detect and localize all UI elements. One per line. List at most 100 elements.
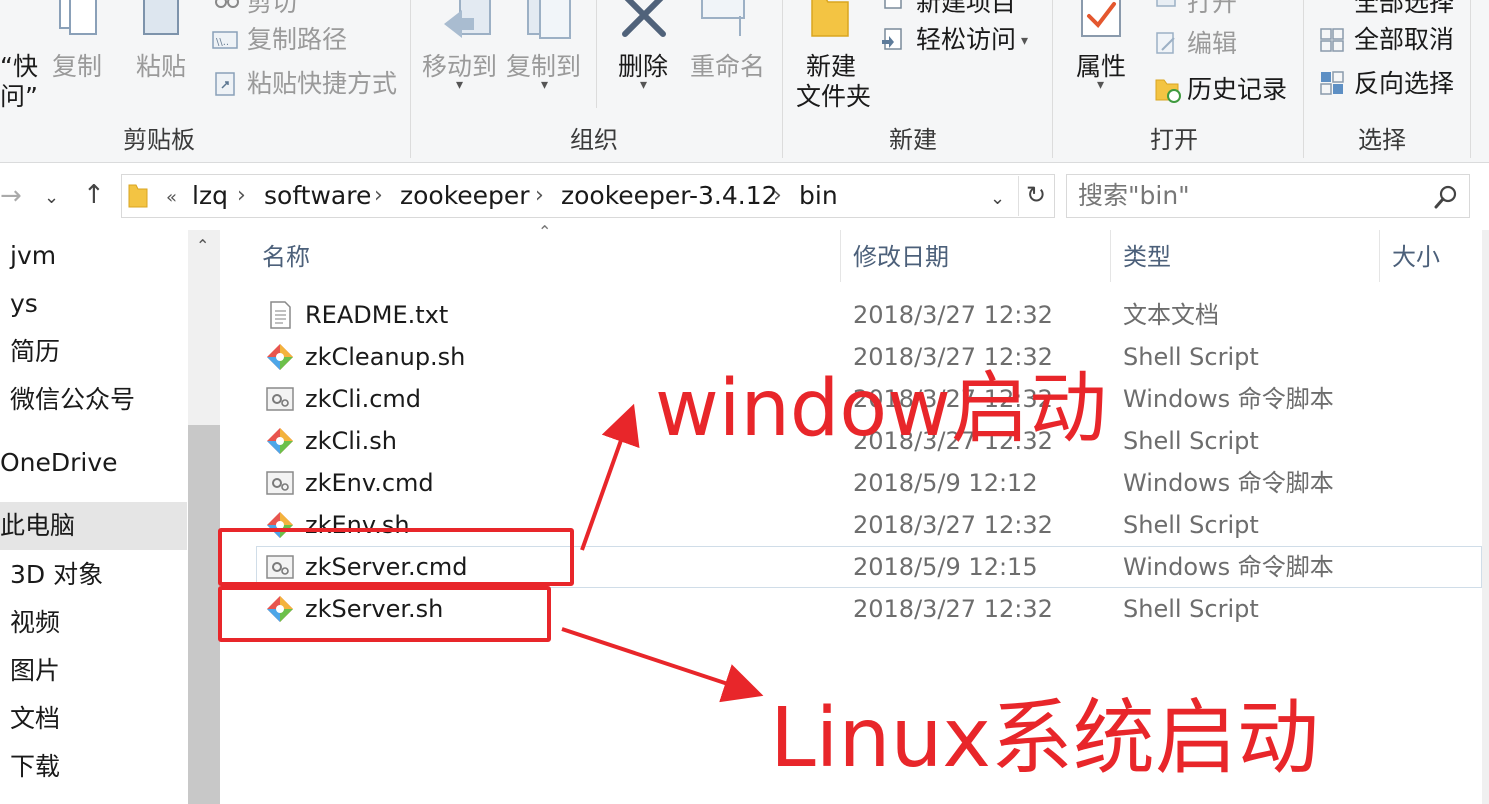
cmd-script-icon xyxy=(265,384,295,414)
ribbon-divider xyxy=(1470,0,1471,158)
column-divider[interactable] xyxy=(1379,230,1380,282)
new-item-icon xyxy=(884,0,902,9)
nav-scrollbar-thumb[interactable] xyxy=(188,425,220,804)
rename-button[interactable]: 重命名 xyxy=(690,52,765,82)
copy-to-dropdown-caret-icon[interactable]: ▾ xyxy=(541,78,548,92)
shell-script-icon xyxy=(265,426,295,456)
new-folder-button-line1[interactable]: 新建 xyxy=(806,52,856,82)
nav-item-videos[interactable]: 视频 xyxy=(0,599,187,647)
file-type: Shell Script xyxy=(1123,343,1259,371)
shell-script-icon xyxy=(265,342,295,372)
breadcrumb-zookeeper-version[interactable]: zookeeper-3.4.12 xyxy=(561,181,778,211)
navigation-pane: jvm ys 简历 微信公众号 OneDrive 此电脑 3D 对象 视频 图片… xyxy=(0,230,220,804)
file-date: 2018/5/9 12:12 xyxy=(853,469,1038,497)
nav-item-jvm[interactable]: jvm xyxy=(0,232,187,280)
highlight-box-zkserver-cmd xyxy=(218,528,574,586)
ribbon-divider xyxy=(782,0,783,158)
ribbon-divider xyxy=(1052,0,1053,158)
select-none-icon xyxy=(1320,28,1344,52)
nav-item-documents[interactable]: 文档 xyxy=(0,695,187,743)
refresh-icon[interactable]: ↻ xyxy=(1026,180,1046,210)
easy-access-icon xyxy=(882,28,902,50)
select-all-icon xyxy=(1320,0,1346,10)
ribbon-divider xyxy=(1303,0,1304,158)
new-folder-icon xyxy=(811,0,849,37)
ribbon-divider xyxy=(596,0,597,108)
column-header-name[interactable]: 名称 xyxy=(262,242,310,272)
recent-locations-chevron-icon[interactable]: ⌄ xyxy=(44,183,59,213)
forward-arrow-icon[interactable]: → xyxy=(0,181,22,211)
file-type: 文本文档 xyxy=(1123,301,1219,329)
search-icon[interactable] xyxy=(1434,184,1460,210)
breadcrumb-zookeeper[interactable]: zookeeper xyxy=(400,181,530,211)
breadcrumb-overflow[interactable]: « xyxy=(166,183,177,213)
history-icon xyxy=(1155,79,1181,103)
breadcrumb-chevron-icon[interactable]: › xyxy=(773,181,782,211)
pin-quick-access-button-line1[interactable]: “快 xyxy=(0,52,38,82)
file-type: Shell Script xyxy=(1123,511,1259,539)
column-divider[interactable] xyxy=(1110,230,1111,282)
column-divider[interactable] xyxy=(840,230,841,282)
file-date: 2018/5/9 12:15 xyxy=(853,553,1038,581)
file-list-scrollbar[interactable] xyxy=(1482,230,1489,804)
nav-item-wechat[interactable]: 微信公众号 xyxy=(0,376,187,424)
properties-dropdown-caret-icon[interactable]: ▾ xyxy=(1097,78,1104,92)
nav-item-downloads[interactable]: 下载 xyxy=(0,743,187,791)
pin-quick-access-button-line2[interactable]: 问” xyxy=(0,82,38,112)
column-header-date[interactable]: 修改日期 xyxy=(853,242,949,272)
select-group-label: 选择 xyxy=(1358,126,1406,154)
up-arrow-icon[interactable]: ↑ xyxy=(83,180,105,210)
paste-icon xyxy=(143,0,179,35)
paste-button[interactable]: 粘贴 xyxy=(136,52,186,82)
invert-selection-icon xyxy=(1320,71,1344,95)
invert-selection-button[interactable]: 反向选择 xyxy=(1354,69,1454,99)
breadcrumb-chevron-icon[interactable]: › xyxy=(237,181,246,211)
nav-item-pictures[interactable]: 图片 xyxy=(0,647,187,695)
history-button[interactable]: 历史记录 xyxy=(1187,75,1287,105)
file-date: 2018/3/27 12:32 xyxy=(853,301,1053,329)
open-button[interactable]: 打开 xyxy=(1187,0,1237,18)
nav-item-ys[interactable]: ys xyxy=(0,280,187,328)
address-dropdown-chevron-icon[interactable]: ⌄ xyxy=(990,184,1005,214)
breadcrumb-chevron-icon[interactable]: › xyxy=(535,181,544,211)
breadcrumb-software[interactable]: software xyxy=(264,181,371,211)
ribbon-divider xyxy=(410,0,411,158)
file-name: zkCli.sh xyxy=(305,427,397,455)
move-to-dropdown-caret-icon[interactable]: ▾ xyxy=(456,78,463,92)
copy-to-icon xyxy=(527,0,571,39)
copy-button[interactable]: 复制 xyxy=(52,52,102,82)
cut-button[interactable]: 剪切 xyxy=(247,0,297,18)
file-date: 2018/3/27 12:32 xyxy=(853,595,1053,623)
paste-shortcut-button[interactable]: 粘贴快捷方式 xyxy=(247,69,397,99)
search-input[interactable]: 搜索"bin" xyxy=(1078,181,1190,211)
column-header-type[interactable]: 类型 xyxy=(1123,242,1171,272)
copy-icon xyxy=(59,0,97,35)
file-type: Windows 命令脚本 xyxy=(1123,553,1334,581)
file-type: Windows 命令脚本 xyxy=(1123,385,1334,413)
breadcrumb-chevron-icon[interactable]: › xyxy=(374,181,383,211)
edit-button[interactable]: 编辑 xyxy=(1187,29,1237,59)
text-file-icon xyxy=(265,300,295,330)
new-folder-button-line2[interactable]: 文件夹 xyxy=(796,82,871,112)
nav-item-resume[interactable]: 简历 xyxy=(0,328,187,376)
sort-ascending-icon: ⌃ xyxy=(538,222,552,241)
nav-scroll-up-icon[interactable]: ⌃ xyxy=(196,236,209,256)
open-icon xyxy=(1156,0,1176,7)
select-all-button[interactable]: 全部选择 xyxy=(1354,0,1454,18)
new-item-button[interactable]: 新建项目 xyxy=(916,0,1016,18)
delete-dropdown-caret-icon[interactable]: ▾ xyxy=(640,78,647,92)
nav-item-3d-objects[interactable]: 3D 对象 xyxy=(0,551,187,599)
column-header-size[interactable]: 大小 xyxy=(1392,242,1440,272)
breadcrumb-lzq[interactable]: lzq xyxy=(192,181,228,211)
easy-access-dropdown-caret-icon[interactable]: ▾ xyxy=(1021,34,1028,48)
delete-x-icon xyxy=(622,0,666,37)
nav-item-this-pc[interactable]: 此电脑 xyxy=(0,502,187,550)
properties-icon xyxy=(1081,0,1121,37)
select-none-button[interactable]: 全部取消 xyxy=(1354,25,1454,55)
organize-group-label: 组织 xyxy=(570,126,618,154)
edit-icon xyxy=(1156,32,1175,54)
easy-access-button[interactable]: 轻松访问 xyxy=(916,25,1016,55)
copy-path-button[interactable]: 复制路径 xyxy=(247,25,347,55)
breadcrumb-bin[interactable]: bin xyxy=(799,181,838,211)
nav-item-onedrive[interactable]: OneDrive xyxy=(0,439,187,487)
